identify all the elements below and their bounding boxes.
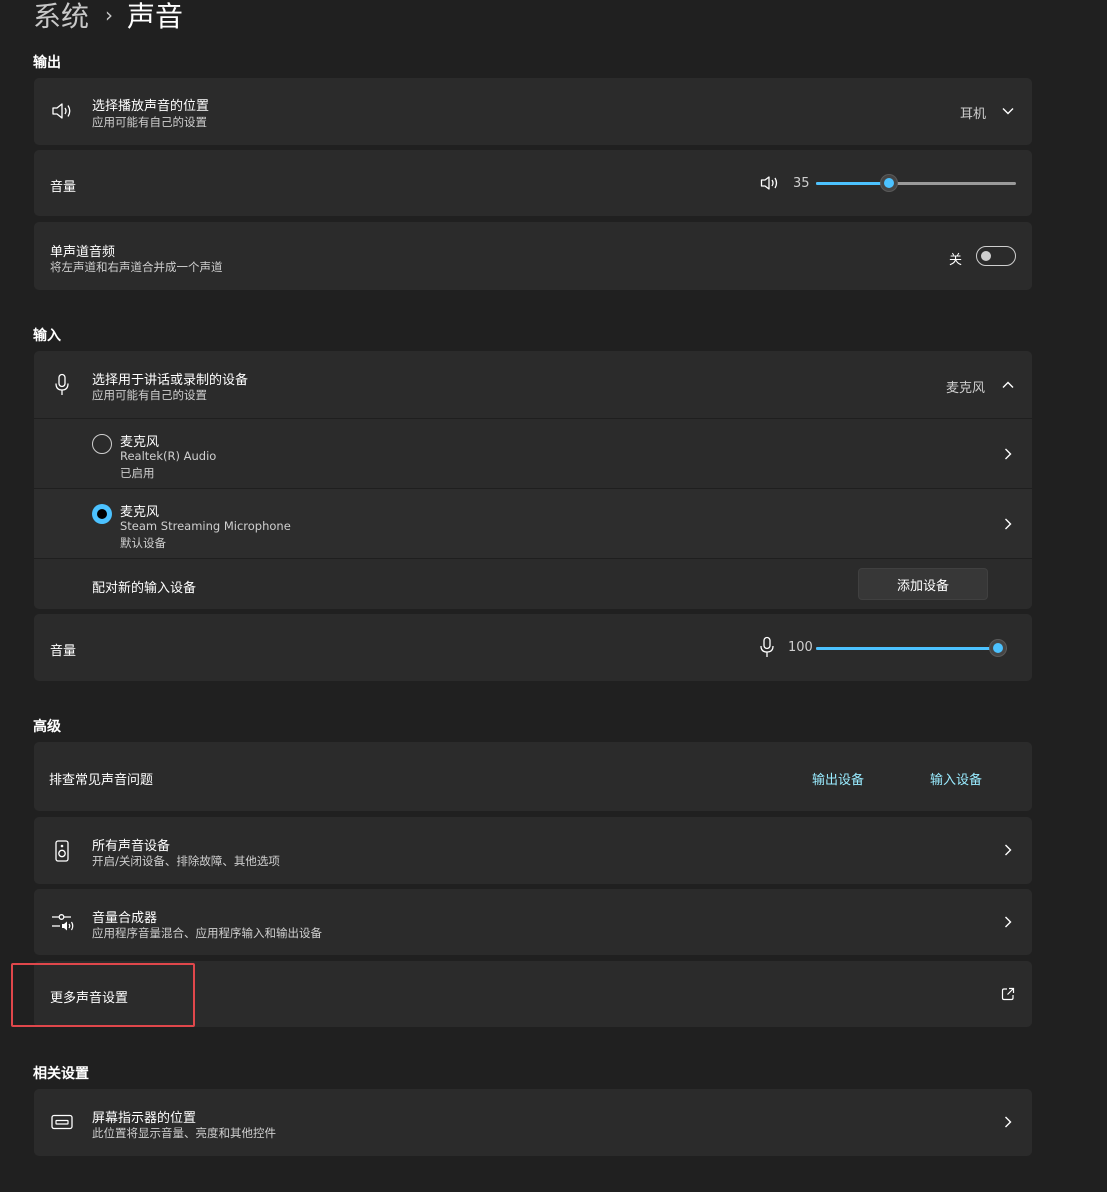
chevron-down-icon[interactable] bbox=[1002, 106, 1014, 116]
mixer-subtitle: 应用程序音量混合、应用程序输入和输出设备 bbox=[92, 926, 322, 940]
screen-indicator-row[interactable]: 屏幕指示器的位置 此位置将显示音量、亮度和其他控件 bbox=[34, 1089, 1032, 1156]
volume-mixer-row[interactable]: 音量合成器 应用程序音量混合、应用程序输入和输出设备 bbox=[34, 889, 1032, 955]
slider-thumb[interactable] bbox=[989, 639, 1007, 657]
device-driver: Realtek(R) Audio bbox=[120, 449, 217, 463]
slider-fill bbox=[816, 647, 998, 650]
mono-subtitle: 将左声道和右声道合并成一个声道 bbox=[50, 260, 223, 274]
mono-title: 单声道音频 bbox=[50, 245, 116, 260]
chevron-right-icon bbox=[1005, 916, 1012, 928]
chevron-right-icon bbox=[1005, 844, 1012, 856]
output-volume-value: 35 bbox=[793, 176, 810, 191]
chevron-up-icon[interactable] bbox=[1002, 380, 1014, 390]
mixer-title: 音量合成器 bbox=[92, 911, 158, 926]
troubleshoot-label: 排查常见声音问题 bbox=[49, 773, 154, 788]
open-external-icon bbox=[1001, 987, 1015, 1001]
device-name: 麦克风 bbox=[120, 505, 160, 520]
mono-toggle[interactable] bbox=[976, 246, 1016, 266]
device-status: 默认设备 bbox=[120, 536, 166, 550]
add-device-button[interactable]: 添加设备 bbox=[858, 568, 988, 600]
mono-state-label: 关 bbox=[949, 253, 963, 268]
pair-input-device-row: 配对新的输入设备 添加设备 bbox=[34, 558, 1032, 610]
chevron-right-icon bbox=[1005, 1116, 1012, 1128]
breadcrumb-separator: › bbox=[105, 3, 114, 27]
display-indicator-icon bbox=[51, 1114, 73, 1130]
speaker-icon bbox=[52, 103, 71, 119]
page-title: 声音 bbox=[127, 0, 184, 33]
device-status: 已启用 bbox=[120, 466, 155, 480]
input-volume-row: 音量 100 bbox=[34, 614, 1032, 681]
speaker-icon[interactable] bbox=[760, 175, 780, 191]
input-device-select-row[interactable]: 选择用于讲话或录制的设备 应用可能有自己的设置 麦克风 bbox=[34, 351, 1032, 418]
pair-device-label: 配对新的输入设备 bbox=[92, 581, 197, 596]
highlight-box bbox=[11, 963, 195, 1027]
device-name: 麦克风 bbox=[120, 435, 160, 450]
output-volume-slider[interactable] bbox=[816, 173, 1016, 193]
radio-button[interactable] bbox=[92, 434, 112, 454]
chevron-right-icon bbox=[1005, 448, 1012, 460]
all-sound-devices-row[interactable]: 所有声音设备 开启/关闭设备、排除故障、其他选项 bbox=[34, 817, 1032, 884]
all-devices-title: 所有声音设备 bbox=[92, 839, 171, 854]
playback-subtitle: 应用可能有自己的设置 bbox=[92, 115, 207, 129]
input-device-card: 选择用于讲话或录制的设备 应用可能有自己的设置 麦克风 麦克风 Realtek(… bbox=[34, 351, 1032, 609]
mono-audio-row: 单声道音频 将左声道和右声道合并成一个声道 关 bbox=[34, 222, 1032, 290]
radio-button-selected[interactable] bbox=[92, 504, 112, 524]
slider-fill bbox=[816, 182, 889, 185]
input-device-option[interactable]: 麦克风 Steam Streaming Microphone 默认设备 bbox=[34, 488, 1032, 558]
microphone-icon[interactable] bbox=[759, 636, 775, 659]
toggle-knob bbox=[981, 251, 991, 261]
input-volume-value: 100 bbox=[788, 640, 813, 655]
indicator-title: 屏幕指示器的位置 bbox=[92, 1111, 197, 1126]
section-title-related: 相关设置 bbox=[33, 1066, 89, 1082]
playback-device-value[interactable]: 耳机 bbox=[960, 103, 986, 122]
input-select-title: 选择用于讲话或录制的设备 bbox=[92, 373, 249, 388]
breadcrumb: 系统 › 声音 bbox=[33, 0, 183, 36]
playback-title: 选择播放声音的位置 bbox=[92, 99, 210, 114]
playback-device-row[interactable]: 选择播放声音的位置 应用可能有自己的设置 耳机 bbox=[34, 78, 1032, 145]
troubleshoot-input-link[interactable]: 输入设备 bbox=[930, 769, 982, 788]
output-volume-label: 音量 bbox=[50, 180, 77, 195]
mixer-icon bbox=[52, 914, 74, 931]
all-devices-subtitle: 开启/关闭设备、排除故障、其他选项 bbox=[92, 854, 280, 868]
input-volume-label: 音量 bbox=[50, 644, 77, 659]
troubleshoot-output-link[interactable]: 输出设备 bbox=[812, 769, 864, 788]
section-title-advanced: 高级 bbox=[33, 719, 61, 735]
troubleshoot-row: 排查常见声音问题 输出设备 输入设备 bbox=[34, 742, 1032, 811]
input-device-value: 麦克风 bbox=[946, 381, 986, 396]
input-device-option[interactable]: 麦克风 Realtek(R) Audio 已启用 bbox=[34, 418, 1032, 488]
speaker-device-icon bbox=[55, 840, 69, 862]
device-driver: Steam Streaming Microphone bbox=[120, 519, 291, 533]
output-volume-row: 音量 35 bbox=[34, 150, 1032, 216]
input-volume-slider[interactable] bbox=[816, 638, 1007, 658]
breadcrumb-parent[interactable]: 系统 bbox=[33, 0, 89, 35]
indicator-subtitle: 此位置将显示音量、亮度和其他控件 bbox=[92, 1126, 276, 1140]
section-title-input: 输入 bbox=[33, 328, 61, 344]
slider-thumb[interactable] bbox=[880, 174, 898, 192]
input-select-subtitle: 应用可能有自己的设置 bbox=[92, 388, 207, 402]
microphone-icon bbox=[55, 373, 69, 395]
section-title-output: 输出 bbox=[33, 55, 61, 71]
chevron-right-icon bbox=[1005, 518, 1012, 530]
